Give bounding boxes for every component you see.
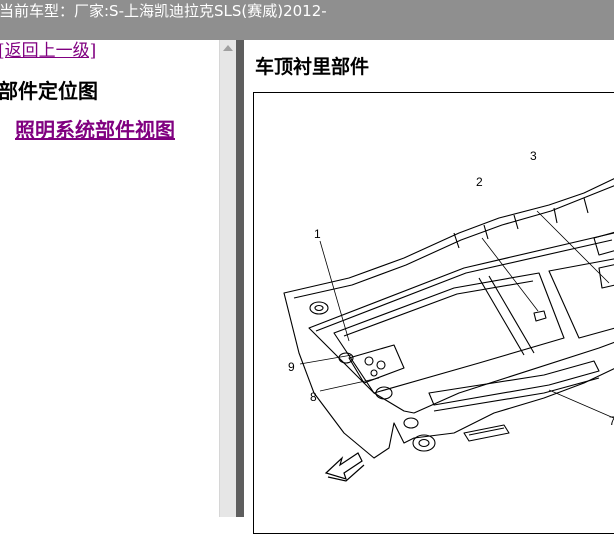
callout-8: 8 xyxy=(310,390,317,404)
headliner-diagram-drawing: 1 2 3 7 8 9 xyxy=(283,149,614,482)
scroll-up-arrow-icon[interactable] xyxy=(223,45,233,51)
front-direction-arrow-icon xyxy=(324,452,365,482)
callout-9: 9 xyxy=(288,360,295,374)
top-bar: 当前车型：厂家:S-上海凯迪拉克SLS(赛威)2012- xyxy=(0,0,614,40)
lighting-system-view-link[interactable]: 照明系统部件视图 xyxy=(15,114,175,143)
section-title: 部件定位图 xyxy=(0,79,98,103)
callout-1: 1 xyxy=(314,227,321,241)
headliner-diagram: 1 2 3 7 8 9 xyxy=(253,92,614,534)
left-pane-scrollbar[interactable] xyxy=(219,40,236,517)
part-title: 车顶衬里部件 xyxy=(255,56,370,78)
current-vehicle-title: 当前车型：厂家:S-上海凯迪拉克SLS(赛威)2012- xyxy=(0,2,327,20)
callout-3: 3 xyxy=(530,149,537,163)
frame-splitter[interactable] xyxy=(236,40,244,517)
callout-7: 7 xyxy=(609,414,614,428)
callout-2: 2 xyxy=(476,175,483,189)
back-link[interactable]: [返回上一级] xyxy=(0,40,96,62)
content-pane: 车顶衬里部件 1 2 3 7 8 9 xyxy=(244,40,614,534)
left-navigation-pane: [返回上一级] 部件定位图 照明系统部件视图 xyxy=(0,40,219,517)
